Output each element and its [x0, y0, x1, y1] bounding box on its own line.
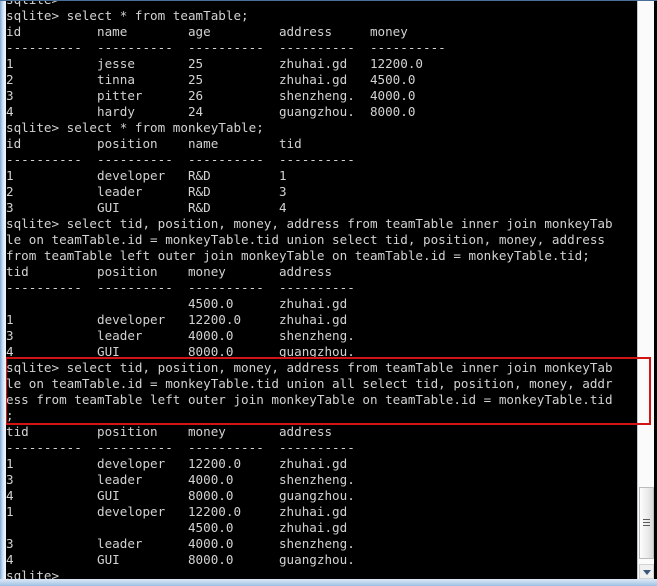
window-frame-top	[0, 0, 657, 1]
vertical-scrollbar[interactable]	[637, 1, 654, 579]
terminal-line: 1 developer 12200.0 zhuhai.gd	[6, 312, 348, 327]
terminal-line: le on teamTable.id = monkeyTable.tid uni…	[6, 232, 605, 247]
terminal-screen[interactable]: sqlite>sqlite> select * from teamTable;i…	[6, 0, 635, 579]
terminal-line: 3 leader 4000.0 shenzheng.	[6, 328, 355, 343]
terminal-line: 1 developer 12200.0 zhuhai.gd	[6, 456, 348, 471]
terminal-line: 4 hardy 24 guangzhou. 8000.0	[6, 104, 416, 119]
terminal-line: from teamTable left outer join monkeyTab…	[6, 248, 590, 263]
terminal-line: 1 jesse 25 zhuhai.gd 12200.0	[6, 56, 424, 71]
terminal-line: ---------- ---------- ---------- -------…	[6, 40, 446, 55]
terminal-line: sqlite>	[6, 568, 60, 579]
scrollbar-thumb[interactable]	[639, 487, 654, 559]
terminal-line: 4500.0 zhuhai.gd	[6, 296, 348, 311]
terminal-line: ess from teamTable left outer join monke…	[6, 392, 613, 407]
window-frame-bottom	[0, 579, 657, 586]
terminal-line: 3 leader 4000.0 shenzheng.	[6, 536, 355, 551]
terminal-line: le on teamTable.id = monkeyTable.tid uni…	[6, 376, 613, 391]
terminal-line: 4 GUI 8000.0 guangzhou.	[6, 488, 355, 503]
terminal-line: id position name tid	[6, 136, 302, 151]
terminal-window: sqlite>sqlite> select * from teamTable;i…	[0, 0, 657, 586]
terminal-line: 4500.0 zhuhai.gd	[6, 520, 348, 535]
terminal-line: 3 pitter 26 shenzheng. 4000.0	[6, 88, 416, 103]
terminal-line: ---------- ---------- ---------- -------…	[6, 440, 355, 455]
terminal-line: sqlite> select tid, position, money, add…	[6, 216, 613, 231]
terminal-line: id name age address money	[6, 24, 408, 39]
terminal-line: 2 leader R&D 3	[6, 184, 287, 199]
terminal-line: 2 tinna 25 zhuhai.gd 4500.0	[6, 72, 416, 87]
terminal-line: ---------- ---------- ---------- -------…	[6, 152, 355, 167]
terminal-line: 3 leader 4000.0 shenzheng.	[6, 472, 355, 487]
terminal-line: sqlite> select * from monkeyTable;	[6, 120, 264, 135]
scroll-down-arrow-icon[interactable]	[639, 564, 654, 579]
terminal-line: ;	[6, 408, 14, 423]
terminal-line: sqlite>	[6, 0, 635, 8]
window-frame-left	[0, 0, 6, 586]
terminal-line: sqlite> select * from teamTable;	[6, 8, 249, 23]
terminal-line: tid position money address	[6, 424, 333, 439]
terminal-line: 1 developer 12200.0 zhuhai.gd	[6, 504, 348, 519]
terminal-line: sqlite> select tid, position, money, add…	[6, 360, 613, 375]
terminal-line: 1 developer R&D 1	[6, 168, 287, 183]
terminal-line: tid position money address	[6, 264, 333, 279]
scrollbar-grip-icon	[643, 519, 650, 527]
terminal-output: sqlite>sqlite> select * from teamTable;i…	[6, 0, 635, 579]
terminal-line: 3 GUI R&D 4	[6, 200, 287, 215]
terminal-line: 4 GUI 8000.0 guangzhou.	[6, 552, 355, 567]
terminal-line: 4 GUI 8000.0 guangzhou.	[6, 344, 355, 359]
terminal-line: ---------- ---------- ---------- -------…	[6, 280, 355, 295]
